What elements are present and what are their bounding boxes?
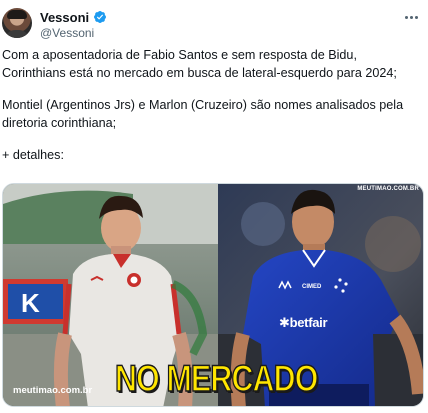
tweet-paragraph: + detalhes: [2, 148, 64, 162]
tweet-header: Vessoni @Vessoni [0, 4, 428, 40]
more-options-button[interactable] [400, 8, 422, 26]
tweet-paragraph: Montiel (Argentinos Jrs) e Marlon (Cruze… [2, 98, 404, 130]
tweet-text: Com a aposentadoria de Fabio Santos e se… [2, 46, 422, 164]
author-handle[interactable]: @Vessoni [40, 26, 94, 40]
verified-badge-icon [94, 11, 107, 23]
more-horizontal-icon [404, 15, 408, 19]
watermark-bottom: meutimao.com.br [13, 385, 93, 396]
author-display-name[interactable]: Vessoni [40, 10, 89, 25]
watermark-top: MEUTIMAO.COM.BR [357, 186, 419, 192]
media-headline: NO MERCADO [114, 357, 319, 400]
tweet-card[interactable]: Vessoni @Vessoni Com a aposentadoria de … [0, 0, 428, 413]
svg-text:CIMED: CIMED [302, 284, 322, 290]
sponsor-logo: ✱betfair [279, 315, 328, 330]
tweet-media-image[interactable]: K CIMED MEUTIMAO.COM.BR ✱betfair meutima… [2, 183, 424, 407]
sponsor-icon: ✱ [279, 315, 290, 330]
svg-text:K: K [21, 288, 40, 318]
avatar[interactable] [2, 8, 32, 38]
tweet-paragraph: Com a aposentadoria de Fabio Santos e se… [2, 48, 397, 80]
author-name-row[interactable]: Vessoni [40, 9, 107, 25]
